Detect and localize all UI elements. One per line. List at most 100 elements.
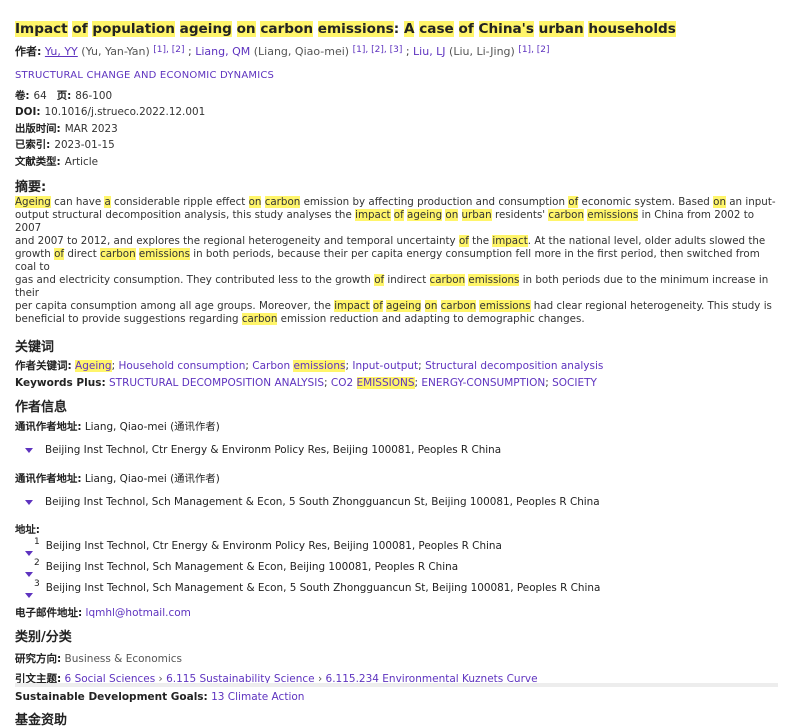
expand-caret-icon[interactable] [25, 551, 33, 557]
corr-address-row-1[interactable]: Beijing Inst Technol, Ctr Energy & Envir… [15, 444, 783, 456]
abstract-text-run: their [323, 248, 348, 261]
abstract-text-run: groups. [217, 300, 256, 313]
abstract-text-run: direct [67, 248, 97, 261]
abstract-text-run: At [534, 235, 546, 248]
abstract-text-run: output [15, 209, 49, 222]
journal-name[interactable]: STRUCTURAL CHANGE AND ECONOMIC DYNAMICS [15, 70, 274, 81]
author-link[interactable]: Liang, QM [195, 45, 250, 58]
highlighted-term: on [713, 196, 726, 209]
sdg-link[interactable]: 13 Climate Action [211, 691, 304, 703]
highlighted-term: carbon [241, 313, 278, 326]
abstract-text-run: study [254, 209, 284, 222]
expand-caret-icon[interactable] [25, 593, 33, 599]
affiliation-ref-link[interactable]: [3] [390, 45, 403, 55]
abstract-text-run: and [113, 235, 133, 248]
abstract-text-run: Based [678, 196, 710, 209]
abstract-text-run: affecting [368, 196, 414, 209]
abstract-text-run: consumption [498, 196, 565, 209]
title-word: urban [538, 21, 584, 37]
abstract-text-run: the [548, 235, 566, 248]
abstract-text-run: 2007 [15, 222, 42, 235]
abstract-text-run: period, [620, 248, 657, 261]
abstract-text-run: had [533, 300, 554, 313]
abstract-text-run: decomposition [105, 209, 181, 222]
keyword-link[interactable]: Household consumption [118, 360, 245, 372]
pages-value: 86-100 [75, 90, 113, 102]
abstract-text-run: in [641, 209, 651, 222]
abstract-text-run: older [644, 235, 672, 248]
abstract-text-run: heterogeneity [248, 235, 321, 248]
expand-caret-icon[interactable] [25, 572, 33, 578]
author-separator: ; [184, 45, 196, 58]
expand-caret-icon[interactable] [25, 447, 33, 453]
address-row[interactable]: 3 Beijing Inst Technol, Sch Management & … [15, 579, 783, 600]
keyword-link[interactable]: ENERGY-CONSUMPTION [421, 377, 545, 389]
abstract-text-run: effect [215, 196, 246, 209]
funding-heading: 基金资助 [15, 713, 68, 728]
abstract-text-run: increase [712, 274, 756, 287]
abstract-text-run: economic [581, 196, 632, 209]
abstract-text-run: and [381, 313, 402, 326]
keyword-link[interactable]: STRUCTURAL DECOMPOSITION ANALYSIS [109, 377, 324, 389]
highlighted-term: of [568, 196, 579, 209]
abstract-text-run: less [278, 274, 298, 287]
abstract-text-run: both [205, 248, 230, 261]
highlighted-term: a [104, 196, 111, 209]
author-fullname: (Liu, Li-Jing) [445, 45, 519, 58]
abstract-text-run: periods [562, 274, 601, 287]
abstract-text-run: to [67, 235, 78, 248]
highlighted-term: carbon [548, 209, 584, 222]
abstract-text-run: slowed [709, 235, 746, 248]
highlighted-term: on [248, 196, 262, 209]
author-keyword-list: Ageing; Household consumption; Carbon em… [75, 360, 603, 373]
highlighted-term: ageing [407, 209, 443, 222]
affiliation-ref-link[interactable]: [1] [518, 45, 531, 55]
abstract-text-run: structural [52, 209, 103, 222]
author-link[interactable]: Liu, LJ [413, 45, 446, 58]
abstract-text-run: regional [585, 300, 627, 313]
title-word: of [72, 21, 88, 37]
highlighted-term: carbon [264, 196, 301, 209]
keyword-link[interactable]: Ageing [75, 360, 112, 373]
affiliation-ref-link[interactable]: [2] [172, 45, 185, 55]
address-row[interactable]: 2 Beijing Inst Technol, Sch Management & … [15, 558, 783, 579]
corr-address-row-2[interactable]: Beijing Inst Technol, Sch Management & E… [15, 496, 783, 508]
expand-caret-icon[interactable] [25, 499, 33, 505]
keyword-link[interactable]: Structural decomposition analysis [425, 360, 603, 372]
abstract-text-run: level, [613, 235, 642, 248]
affiliation-ref-link[interactable]: [2] [371, 45, 384, 55]
corr-author-2: Liang, Qiao-mei (通讯作者) [84, 473, 220, 486]
affiliation-ref-link[interactable]: [2] [537, 45, 550, 55]
title-word: on [236, 21, 256, 37]
address-row[interactable]: 1 Beijing Inst Technol, Ctr Energy & Envi… [15, 537, 783, 558]
abstract-text-run: emission [280, 313, 327, 326]
abstract-text-run: to [626, 274, 637, 287]
keyword-link[interactable]: Carbon emissions [252, 360, 346, 373]
abstract-text-run: analysis, [184, 209, 230, 222]
email-link[interactable]: lqmhl@hotmail.com [86, 607, 191, 619]
abstract-text-run: have [75, 196, 102, 209]
doi-value: 10.1016/j.strueco.2022.12.001 [44, 106, 206, 119]
abstract-text-run: to [39, 261, 50, 274]
abstract-text-run: uncertainty [396, 235, 456, 248]
doi-label: DOI: [15, 106, 41, 119]
author-fullname: (Liang, Qiao-mei) [250, 45, 353, 58]
author-link[interactable]: Yu, YY [45, 45, 78, 58]
sdg-label: Sustainable Development Goals: [15, 691, 208, 704]
journal-link[interactable]: STRUCTURAL CHANGE AND ECONOMIC DYNAMICS [15, 70, 783, 81]
affiliation-ref-link[interactable]: [1] [153, 45, 166, 55]
keywords-section: 关键词 作者关键词: Ageing; Household consumption… [15, 336, 783, 391]
title-word: population [92, 21, 175, 37]
keyword-link[interactable]: SOCIETY [552, 377, 597, 389]
keyword-link[interactable]: Input-output [352, 360, 418, 372]
keyword-link[interactable]: CO2 EMISSIONS [331, 376, 415, 389]
title-word: emissions [317, 21, 394, 37]
abstract-text-run: temporal [346, 235, 394, 248]
abstract-text-run: 2012, [80, 235, 111, 248]
affiliation-ref-link[interactable]: [1] [353, 45, 366, 55]
abstract-text-run: the [314, 274, 332, 287]
abstract-text-run: the [314, 300, 331, 313]
corr-label-1: 通讯作者地址: [15, 421, 82, 434]
abstract-line: growth of direct carbon emissions in bot… [15, 248, 777, 274]
abstract-text-run: and [323, 235, 344, 248]
